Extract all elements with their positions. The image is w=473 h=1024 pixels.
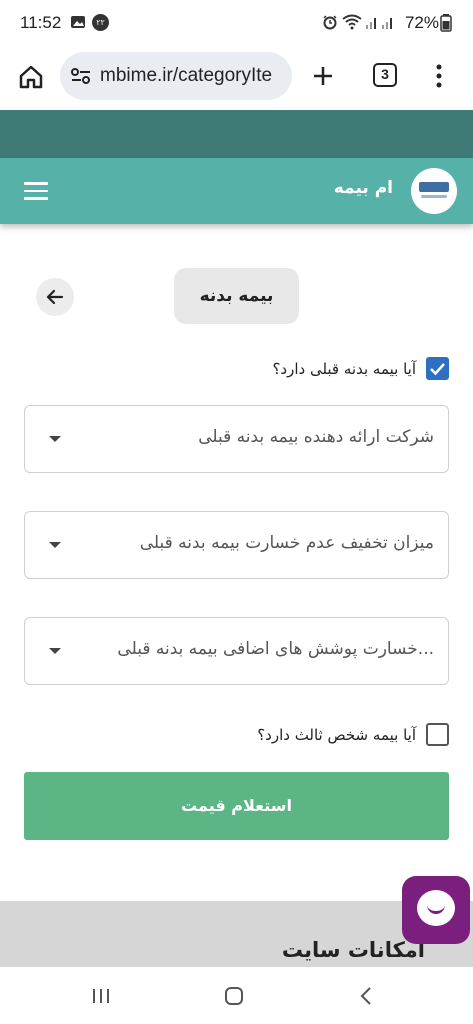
android-nav-bar [0, 967, 473, 1024]
url-text[interactable]: mbime.ir/categoryIte [100, 65, 286, 87]
signal-icon [366, 18, 376, 29]
dropdown-arrow-icon [49, 542, 61, 548]
dropdown-arrow-icon [49, 648, 61, 654]
chat-icon [417, 890, 455, 926]
recent-apps-icon[interactable] [91, 987, 111, 1005]
address-bar[interactable]: mbime.ir/categoryIte [60, 52, 292, 100]
previous-company-select[interactable]: شرکت ارائه دهنده بیمه بدنه قبلی [24, 405, 449, 473]
site-settings-icon[interactable] [70, 67, 92, 85]
browser-toolbar: mbime.ir/categoryIte 3 [0, 46, 473, 110]
notification-badge-icon: ۲۲ [92, 14, 109, 31]
signal-icon [382, 18, 392, 29]
select-placeholder: ...خسارت پوشش های اضافی بیمه بدنه قبلی [117, 639, 434, 659]
no-claim-discount-select[interactable]: میزان تخفیف عدم خسارت بیمه بدنه قبلی [24, 511, 449, 579]
checkmark-icon [430, 363, 445, 376]
brand-name[interactable]: ام بیمه [334, 178, 393, 198]
logo[interactable] [411, 168, 457, 214]
third-party-label: آیا بیمه شخص ثالث دارد؟ [257, 725, 416, 744]
footer-title: امکانات سایت [281, 938, 425, 962]
new-tab-icon[interactable] [311, 64, 335, 88]
previous-insurance-checkbox[interactable] [426, 357, 449, 380]
menu-icon[interactable] [24, 182, 48, 200]
chat-button[interactable] [402, 876, 470, 944]
third-party-checkbox[interactable] [426, 723, 449, 746]
previous-insurance-label: آیا بیمه بدنه قبلی دارد؟ [272, 359, 416, 378]
price-inquiry-button[interactable]: استعلام قیمت [24, 772, 449, 840]
select-placeholder: میزان تخفیف عدم خسارت بیمه بدنه قبلی [139, 533, 434, 553]
status-time: 11:52 [20, 13, 62, 32]
alarm-icon [323, 15, 337, 30]
dropdown-arrow-icon [49, 436, 61, 442]
page-title[interactable]: بیمه بدنه [174, 268, 299, 324]
tab-switcher-button[interactable]: 3 [373, 63, 397, 87]
home-nav-icon[interactable] [224, 986, 244, 1006]
battery-percentage: 72% [404, 13, 439, 32]
status-bar: 11:52 ۲۲ 72% [0, 0, 473, 46]
home-icon[interactable] [18, 64, 44, 90]
site-header: ام بیمه [0, 158, 473, 224]
previous-insurance-row[interactable]: آیا بیمه بدنه قبلی دارد؟ [272, 357, 449, 380]
site-top-strip [0, 110, 473, 158]
additional-coverage-select[interactable]: ...خسارت پوشش های اضافی بیمه بدنه قبلی [24, 617, 449, 685]
battery-icon [440, 14, 452, 32]
arrow-left-icon [46, 289, 64, 305]
wifi-icon [342, 14, 362, 30]
back-nav-icon[interactable] [358, 986, 374, 1006]
gallery-icon [71, 16, 85, 28]
select-placeholder: شرکت ارائه دهنده بیمه بدنه قبلی [198, 427, 434, 447]
more-icon[interactable] [434, 62, 444, 90]
third-party-row[interactable]: آیا بیمه شخص ثالث دارد؟ [257, 723, 449, 746]
back-button[interactable] [36, 278, 74, 316]
